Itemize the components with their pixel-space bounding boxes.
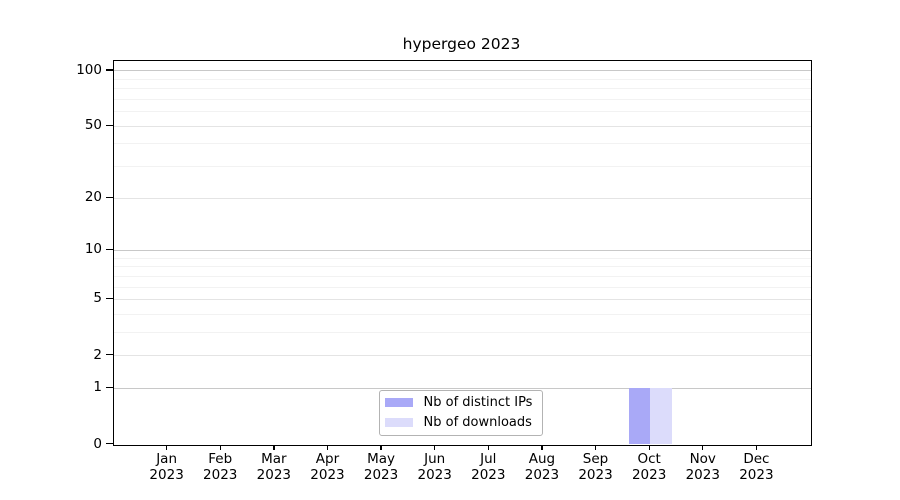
legend-label-distinct-ips: Nb of distinct IPs xyxy=(424,395,533,410)
legend-swatch-distinct-ips xyxy=(385,398,413,408)
x-tick-mark xyxy=(488,445,489,451)
x-tick-mark xyxy=(756,445,757,451)
gridline-major xyxy=(114,250,811,251)
legend-item-distinct-ips: Nb of distinct IPs xyxy=(385,395,542,410)
y-tick-mark xyxy=(106,387,113,388)
gridline-minor xyxy=(114,266,811,267)
bar-distinct-ips xyxy=(629,388,651,444)
x-tick-mark xyxy=(434,445,435,451)
gridline-minor xyxy=(114,79,811,80)
y-tick-label: 0 xyxy=(32,435,102,453)
x-tick-mark xyxy=(595,445,596,451)
gridline-minor xyxy=(114,166,811,167)
y-tick-mark xyxy=(106,298,113,299)
gridline-mid xyxy=(114,198,811,199)
y-tick-mark xyxy=(106,443,113,444)
y-tick-label: 20 xyxy=(32,188,102,206)
y-tick-label: 2 xyxy=(32,346,102,364)
gridline-minor xyxy=(114,99,811,100)
y-tick-label: 50 xyxy=(32,116,102,134)
gridline-major xyxy=(114,388,811,389)
bar-downloads xyxy=(650,388,672,444)
chart-title: hypergeo 2023 xyxy=(113,35,810,53)
y-tick-mark xyxy=(106,69,113,70)
y-tick-label: 1 xyxy=(32,378,102,396)
legend: Nb of distinct IPs Nb of downloads xyxy=(379,390,543,436)
plot-area xyxy=(113,60,812,446)
figure: hypergeo 2023 0125102050100Jan2023Feb202… xyxy=(0,0,900,500)
legend-item-downloads: Nb of downloads xyxy=(385,415,542,430)
gridline-minor xyxy=(114,287,811,288)
x-tick-mark xyxy=(327,445,328,451)
gridline-major xyxy=(114,70,811,71)
x-tick-mark xyxy=(273,445,274,451)
x-tick-mark xyxy=(649,445,650,451)
y-tick-mark xyxy=(106,197,113,198)
x-tick-mark xyxy=(166,445,167,451)
gridline-minor xyxy=(114,332,811,333)
gridline-mid xyxy=(114,299,811,300)
gridline-mid xyxy=(114,126,811,127)
x-tick-label: Dec2023 xyxy=(724,452,788,483)
y-tick-label: 100 xyxy=(32,61,102,79)
gridline-minor xyxy=(114,88,811,89)
y-tick-mark xyxy=(106,125,113,126)
legend-label-downloads: Nb of downloads xyxy=(424,415,532,430)
y-tick-mark xyxy=(106,354,113,355)
gridline-mid xyxy=(114,355,811,356)
gridline-minor xyxy=(114,276,811,277)
x-tick-mark xyxy=(702,445,703,451)
y-tick-label: 10 xyxy=(32,240,102,258)
gridline-minor xyxy=(114,258,811,259)
x-tick-mark xyxy=(220,445,221,451)
gridline-minor xyxy=(114,111,811,112)
gridline-minor xyxy=(114,314,811,315)
x-tick-mark xyxy=(380,445,381,451)
x-tick-mark xyxy=(541,445,542,451)
gridline-minor xyxy=(114,143,811,144)
y-tick-mark xyxy=(106,249,113,250)
legend-swatch-downloads xyxy=(385,418,413,428)
y-tick-label: 5 xyxy=(32,289,102,307)
